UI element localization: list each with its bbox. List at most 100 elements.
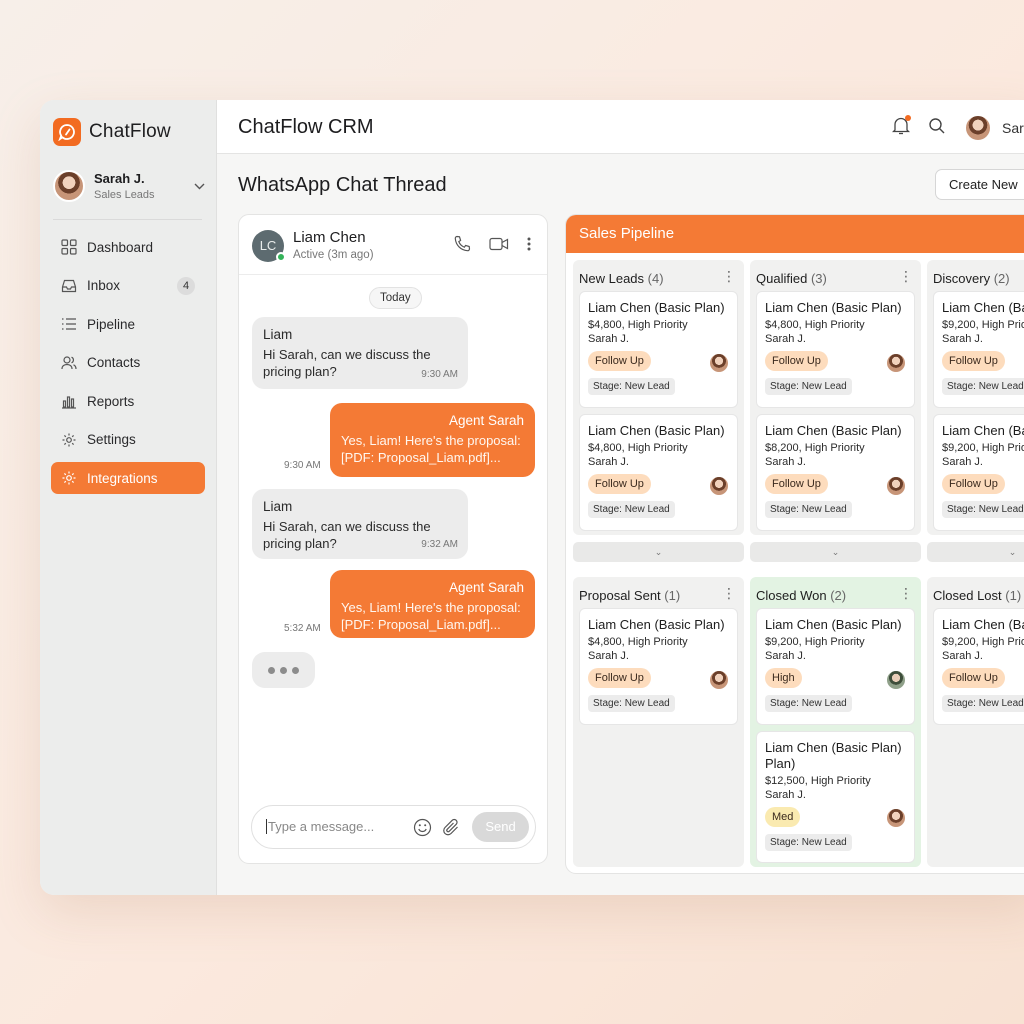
chevron-down-icon[interactable]	[194, 179, 205, 193]
stage-badge: Stage: New Lead	[588, 378, 675, 395]
message-bubble-incoming[interactable]: Liam Hi Sarah, can we discuss the pricin…	[252, 489, 468, 559]
message-bubble-outgoing[interactable]: Agent Sarah Yes, Liam! Here's the propos…	[330, 570, 535, 638]
pipeline-column-new-leads: New Leads (4) ⋮ Liam Chen (Basic Plan) $…	[573, 260, 744, 535]
bell-icon[interactable]	[891, 115, 911, 140]
card-tag: Follow Up	[588, 668, 651, 688]
stage-badge: Stage: New Lead	[942, 378, 1024, 395]
user-card[interactable]: Sarah J. Sales Leads	[53, 170, 205, 202]
message-bubble-incoming[interactable]: Liam Hi Sarah, can we discuss the pricin…	[252, 317, 468, 389]
search-icon[interactable]	[928, 117, 946, 140]
deal-card[interactable]: Liam Chen (Basic Plan) $8,200, High Prio…	[756, 414, 915, 531]
emoji-icon[interactable]	[413, 818, 432, 842]
paperclip-icon[interactable]	[442, 818, 461, 842]
column-title: Closed Won (2)	[756, 588, 846, 603]
card-tag: Follow Up	[942, 668, 1005, 688]
deal-card[interactable]: Liam Chen (Basic Plan) $9,200, High Prio…	[933, 291, 1024, 408]
avatar	[709, 670, 729, 690]
top-actions: Sar	[891, 114, 1024, 142]
online-status-dot	[276, 252, 286, 262]
card-owner: Sarah J.	[765, 333, 806, 345]
sidebar-item-label: Integrations	[87, 470, 158, 486]
stage-badge: Stage: New Lead	[942, 695, 1024, 712]
top-user-name[interactable]: Sar	[1002, 120, 1024, 136]
message-bubble-outgoing[interactable]: Agent Sarah Yes, Liam! Here's the propos…	[330, 403, 535, 477]
more-vertical-icon[interactable]: ⋮	[722, 586, 736, 600]
typing-dot	[268, 666, 275, 674]
video-camera-icon[interactable]	[489, 237, 509, 256]
sidebar-item-label: Settings	[87, 432, 136, 447]
avatar	[53, 170, 85, 202]
brand[interactable]: ChatFlow	[53, 118, 171, 146]
deal-card[interactable]: Liam Chen (Basic Plan) $4,800, High Prio…	[579, 608, 738, 725]
create-new-button[interactable]: Create New	[935, 169, 1024, 200]
list-icon	[62, 318, 76, 330]
card-tag: High	[765, 668, 802, 688]
card-title: Liam Chen (Basic Plan)	[588, 617, 725, 632]
avatar	[886, 808, 906, 828]
card-title: Liam Chen (Basic Plan)	[588, 300, 725, 315]
card-owner: Sarah J.	[942, 333, 983, 345]
deal-card[interactable]: Liam Chen (Basic Plan) $4,800, High Prio…	[756, 291, 915, 408]
pipeline-title: Sales Pipeline	[566, 215, 1024, 253]
card-owner: Sarah J.	[942, 650, 983, 662]
sidebar-item-inbox[interactable]: Inbox 4	[51, 270, 205, 302]
pipeline-column-proposal-sent: Proposal Sent (1) ⋮ Liam Chen (Basic Pla…	[573, 577, 744, 867]
deal-card[interactable]: Liam Chen (Basic Plan) $9,200, High Prio…	[933, 414, 1024, 531]
sidebar-item-pipeline[interactable]: Pipeline	[51, 308, 205, 340]
sidebar-item-label: Reports	[87, 393, 135, 409]
message-sender: Agent Sarah	[448, 580, 524, 595]
column-count: (2)	[830, 588, 847, 603]
card-amount: $9,200, High Priority	[942, 636, 1024, 648]
message-input[interactable]: Type a message...	[266, 819, 374, 834]
more-vertical-icon[interactable]: ⋮	[899, 269, 913, 283]
brand-name: ChatFlow	[89, 121, 171, 142]
message-time: 9:30 AM	[421, 369, 458, 380]
card-tag: Follow Up	[942, 351, 1005, 371]
card-title: Liam Chen (Basic Plan)	[588, 423, 725, 438]
page-title: WhatsApp Chat Thread	[238, 174, 447, 196]
message-text: Yes, Liam! Here's the proposal: [PDF: Pr…	[341, 600, 521, 632]
app-window: ChatFlow Sarah J. Sales Leads Dashboard …	[40, 100, 1024, 895]
sidebar-item-dashboard[interactable]: Dashboard	[51, 231, 205, 263]
sidebar-item-settings[interactable]: Settings	[51, 424, 205, 456]
card-title: Liam Chen (Basic Plan)	[765, 617, 902, 632]
message-time: 9:32 AM	[421, 539, 458, 550]
column-count: (2)	[993, 271, 1010, 286]
sidebar-item-label: Dashboard	[87, 239, 154, 255]
more-vertical-icon[interactable]	[527, 237, 531, 256]
gear-icon	[62, 471, 76, 485]
column-count: (1)	[664, 588, 681, 603]
avatar[interactable]	[964, 114, 992, 142]
more-vertical-icon[interactable]: ⋮	[722, 269, 736, 283]
card-owner: Sarah J.	[765, 650, 806, 662]
avatar	[886, 670, 906, 690]
deal-card[interactable]: Liam Chen (Basic Plan) $4,800, High Prio…	[579, 414, 738, 531]
message-time: 5:32 AM	[284, 623, 321, 634]
expand-column-button[interactable]: ⌄	[573, 542, 744, 562]
deal-card[interactable]: Liam Chen (Basic Plan) $9,200, High Prio…	[933, 608, 1024, 725]
card-amount: $9,200, High Priority	[765, 636, 865, 648]
bar-chart-icon	[62, 396, 76, 409]
contact-name: Liam Chen	[293, 229, 366, 246]
more-vertical-icon[interactable]: ⋮	[899, 586, 913, 600]
app-title: ChatFlow CRM	[238, 116, 374, 138]
grid-icon	[61, 239, 77, 255]
avatar	[886, 353, 906, 373]
deal-card[interactable]: Liam Chen (Basic Plan) $9,200, High Prio…	[756, 608, 915, 725]
notification-dot	[905, 115, 911, 121]
stage-badge: Stage: New Lead	[765, 695, 852, 712]
deal-card[interactable]: Liam Chen (Basic Plan) $4,800, High Prio…	[579, 291, 738, 408]
deal-card[interactable]: Liam Chen (Basic Plan) Plan) $12,500, Hi…	[756, 731, 915, 863]
expand-column-button[interactable]: ⌄	[927, 542, 1024, 562]
sidebar-item-contacts[interactable]: Contacts	[51, 347, 205, 379]
column-title: Proposal Sent (1)	[579, 588, 680, 603]
sidebar-item-reports[interactable]: Reports	[51, 385, 205, 417]
card-owner: Sarah J.	[765, 456, 806, 468]
phone-icon[interactable]	[453, 235, 471, 258]
avatar	[886, 476, 906, 496]
expand-column-button[interactable]: ⌄	[750, 542, 921, 562]
avatar	[709, 476, 729, 496]
card-tag: Med	[765, 807, 801, 827]
sidebar-item-integrations[interactable]: Integrations	[51, 462, 205, 494]
send-button[interactable]: Send	[472, 812, 529, 842]
